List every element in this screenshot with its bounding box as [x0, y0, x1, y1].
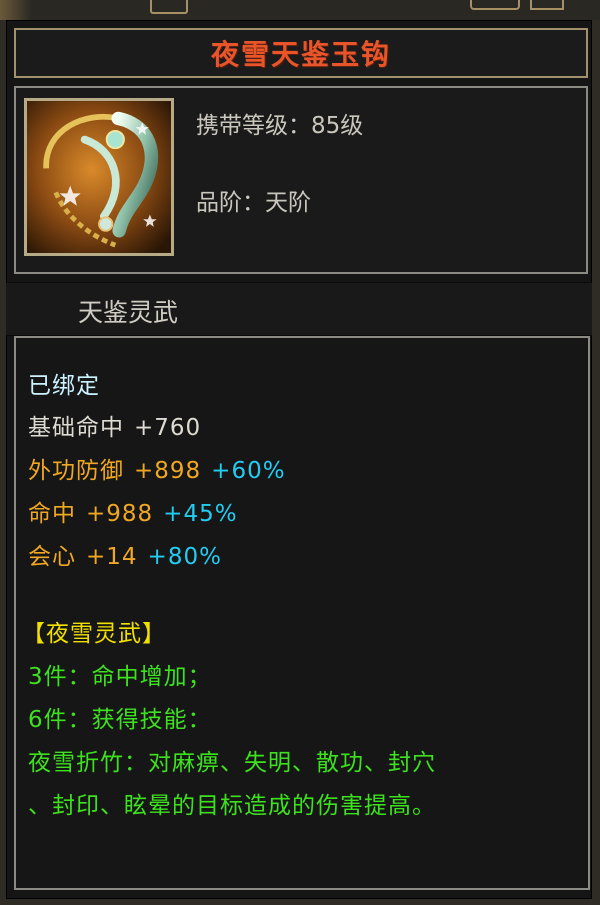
- top-decoration: [0, 0, 32, 20]
- stat-row: 外功防御 +898 +60%: [28, 451, 286, 485]
- stat-value: +898: [134, 458, 202, 484]
- top-close-fragment: [530, 0, 564, 10]
- item-grade: 品阶：天阶: [196, 190, 311, 216]
- item-info-panel: 携带等级：85级 品阶：天阶: [14, 86, 588, 274]
- item-category-bar: 天鉴灵武: [6, 282, 592, 336]
- stat-label: 基础命中: [28, 415, 124, 441]
- stat-value: +760: [134, 415, 202, 441]
- item-category: 天鉴灵武: [78, 298, 179, 327]
- stat-value: +988: [86, 501, 154, 527]
- stat-bonus: +80%: [147, 544, 222, 570]
- item-tooltip: 夜雪天鉴玉钩 携带等级：85级 品阶：天阶 天鉴灵武 已绑定 基础命中 +760…: [0, 20, 600, 905]
- bound-status: 已绑定: [28, 373, 100, 399]
- item-name-header: 夜雪天鉴玉钩: [14, 28, 588, 78]
- stat-bonus: +60%: [211, 458, 286, 484]
- set-effect: 6件：获得技能：: [28, 707, 212, 733]
- top-window-edge: [0, 0, 600, 21]
- stat-label: 外功防御: [28, 458, 124, 484]
- stat-row: 会心 +14 +80%: [28, 537, 222, 571]
- jade-hook-weapon-icon: [24, 98, 174, 256]
- stat-label: 会心: [28, 544, 76, 570]
- top-button-fragment: [470, 0, 520, 10]
- stat-value: +14: [86, 544, 138, 570]
- level-requirement: 携带等级：85级: [196, 113, 364, 139]
- set-effect: 、封印、眩晕的目标造成的伤害提高。: [28, 793, 436, 819]
- set-effect: 夜雪折竹：对麻痹、失明、散功、封穴: [28, 750, 436, 776]
- item-name: 夜雪天鉴玉钩: [210, 38, 391, 71]
- stat-row-base: 基础命中 +760: [28, 408, 201, 442]
- stat-bonus: +45%: [163, 501, 238, 527]
- stat-row: 命中 +988 +45%: [28, 494, 238, 528]
- stat-label: 命中: [28, 501, 76, 527]
- set-title: 【夜雪灵武】: [22, 621, 166, 647]
- top-tab-fragment: [150, 0, 188, 14]
- set-effect: 3件：命中增加；: [28, 664, 212, 690]
- item-stats-panel: 已绑定 基础命中 +760 外功防御 +898 +60% 命中 +988 +45% 会心 +…: [14, 336, 590, 890]
